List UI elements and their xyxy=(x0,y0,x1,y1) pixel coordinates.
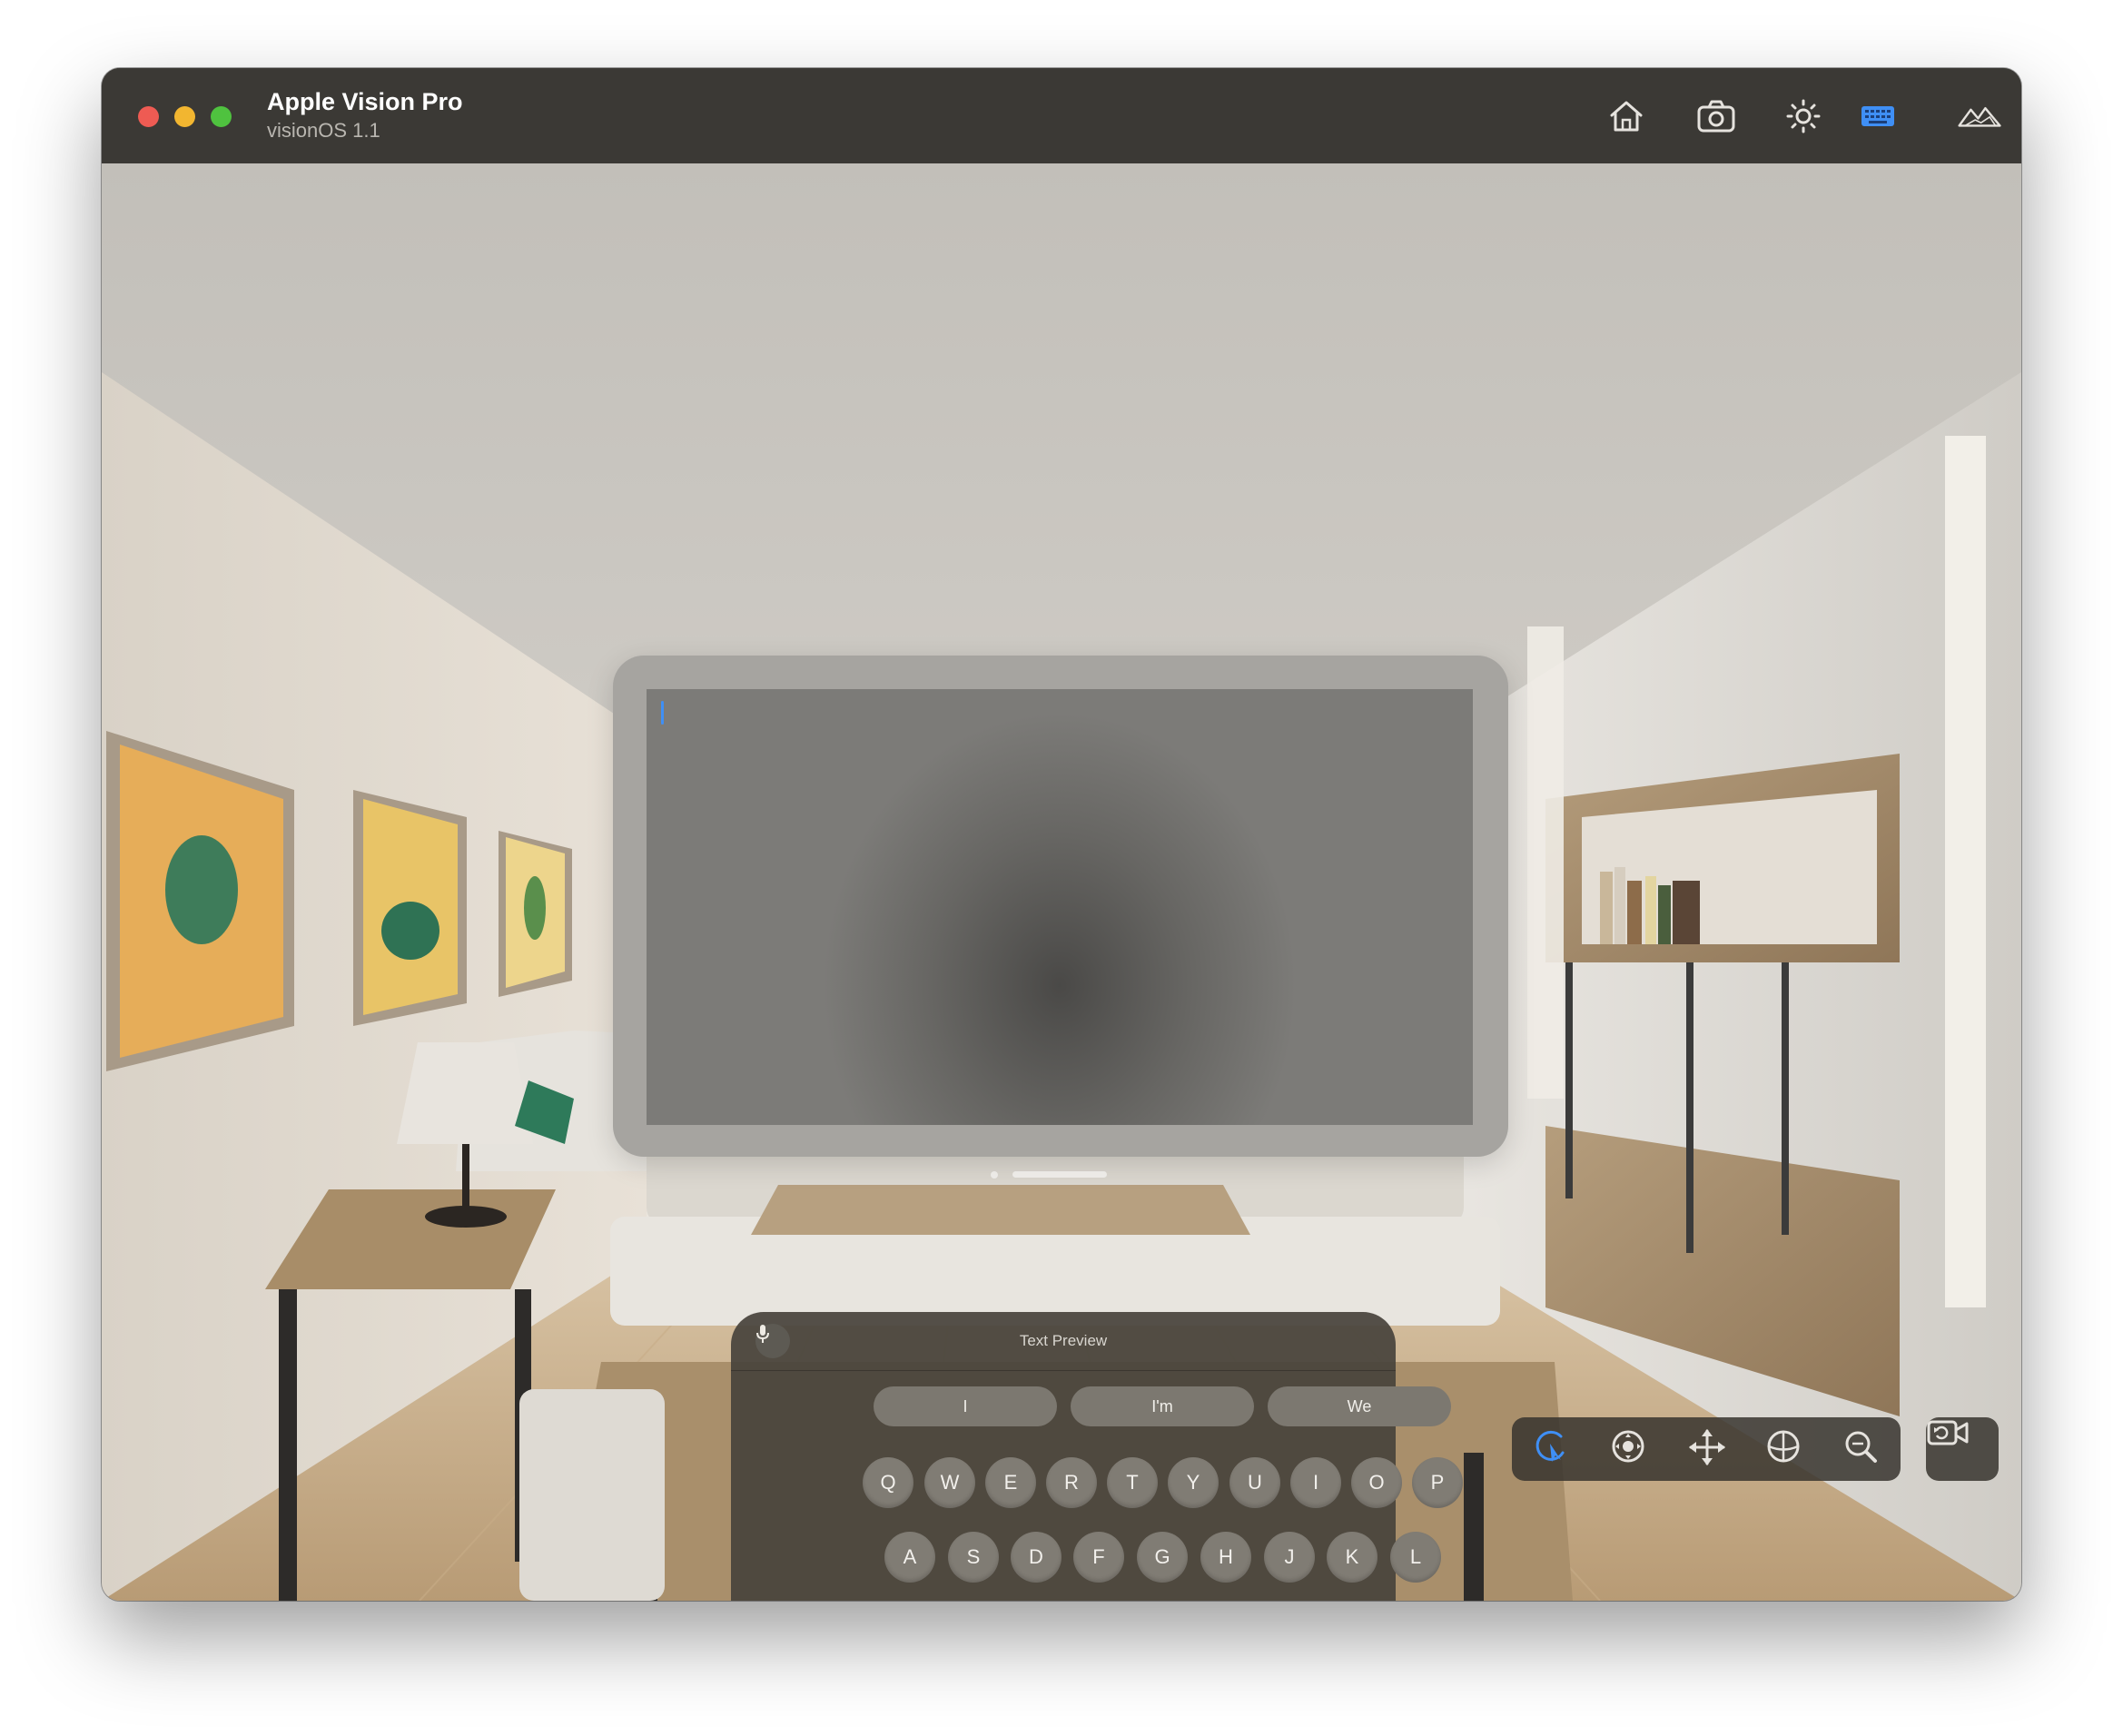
key-g[interactable]: G xyxy=(1137,1532,1188,1583)
text-cursor xyxy=(661,701,664,725)
key-k[interactable]: K xyxy=(1327,1532,1377,1583)
environment-mountains-icon[interactable] xyxy=(1958,95,2001,137)
key-r[interactable]: R xyxy=(1046,1457,1097,1508)
window-close-dot[interactable] xyxy=(991,1171,998,1179)
key-d[interactable]: D xyxy=(1011,1532,1062,1583)
suggestion-we[interactable]: We xyxy=(1268,1386,1451,1426)
virtual-keyboard: Text Preview I I'm We Q W E R T Y U I O … xyxy=(731,1312,1463,1601)
key-i[interactable]: I xyxy=(1290,1457,1341,1508)
key-w[interactable]: W xyxy=(924,1457,975,1508)
immersive-room-scene[interactable]: Text Preview I I'm We Q W E R T Y U I O … xyxy=(102,163,2021,1601)
key-y[interactable]: Y xyxy=(1168,1457,1219,1508)
zoom-window-button[interactable] xyxy=(211,106,232,127)
key-u[interactable]: U xyxy=(1229,1457,1280,1508)
key-t[interactable]: T xyxy=(1107,1457,1158,1508)
key-s[interactable]: S xyxy=(948,1532,999,1583)
select-pointer-icon[interactable] xyxy=(1532,1427,1575,1471)
zoom-icon[interactable] xyxy=(1842,1427,1885,1471)
text-document-area[interactable] xyxy=(647,689,1473,1125)
key-q[interactable]: Q xyxy=(863,1457,913,1508)
keyboard-icon[interactable] xyxy=(1856,95,1900,137)
look-around-icon[interactable] xyxy=(1609,1427,1653,1471)
title-bar: Apple Vision Pro visionOS 1.1 xyxy=(102,68,2021,163)
minimize-window-button[interactable] xyxy=(174,106,195,127)
window-grabber-bar[interactable] xyxy=(1012,1171,1107,1178)
window-subtitle: visionOS 1.1 xyxy=(267,119,380,142)
window-title: Apple Vision Pro xyxy=(267,88,463,115)
key-j[interactable]: J xyxy=(1264,1532,1315,1583)
key-p[interactable]: P xyxy=(1412,1457,1463,1508)
orbit-icon[interactable] xyxy=(1764,1427,1808,1471)
text-preview-label: Text Preview xyxy=(1019,1332,1108,1349)
key-l[interactable]: L xyxy=(1390,1532,1441,1583)
pan-icon[interactable] xyxy=(1687,1427,1731,1471)
keyboard-header: Text Preview xyxy=(731,1312,1396,1371)
close-window-button[interactable] xyxy=(138,106,159,127)
home-icon[interactable] xyxy=(1605,95,1648,137)
suggestion-im[interactable]: I'm xyxy=(1071,1386,1254,1426)
key-e[interactable]: E xyxy=(985,1457,1036,1508)
screenshot-camera-icon[interactable] xyxy=(1694,95,1738,137)
key-f[interactable]: F xyxy=(1073,1532,1124,1583)
camera-reset-icon[interactable] xyxy=(1926,1417,1999,1481)
key-o[interactable]: O xyxy=(1351,1457,1402,1508)
simulator-window: Apple Vision Pro visionOS 1.1 Text Previ… xyxy=(102,68,2021,1601)
interaction-toolbar xyxy=(1512,1417,1901,1481)
key-a[interactable]: A xyxy=(884,1532,935,1583)
key-h[interactable]: H xyxy=(1200,1532,1251,1583)
suggestion-i[interactable]: I xyxy=(874,1386,1057,1426)
brightness-icon[interactable] xyxy=(1782,95,1825,137)
